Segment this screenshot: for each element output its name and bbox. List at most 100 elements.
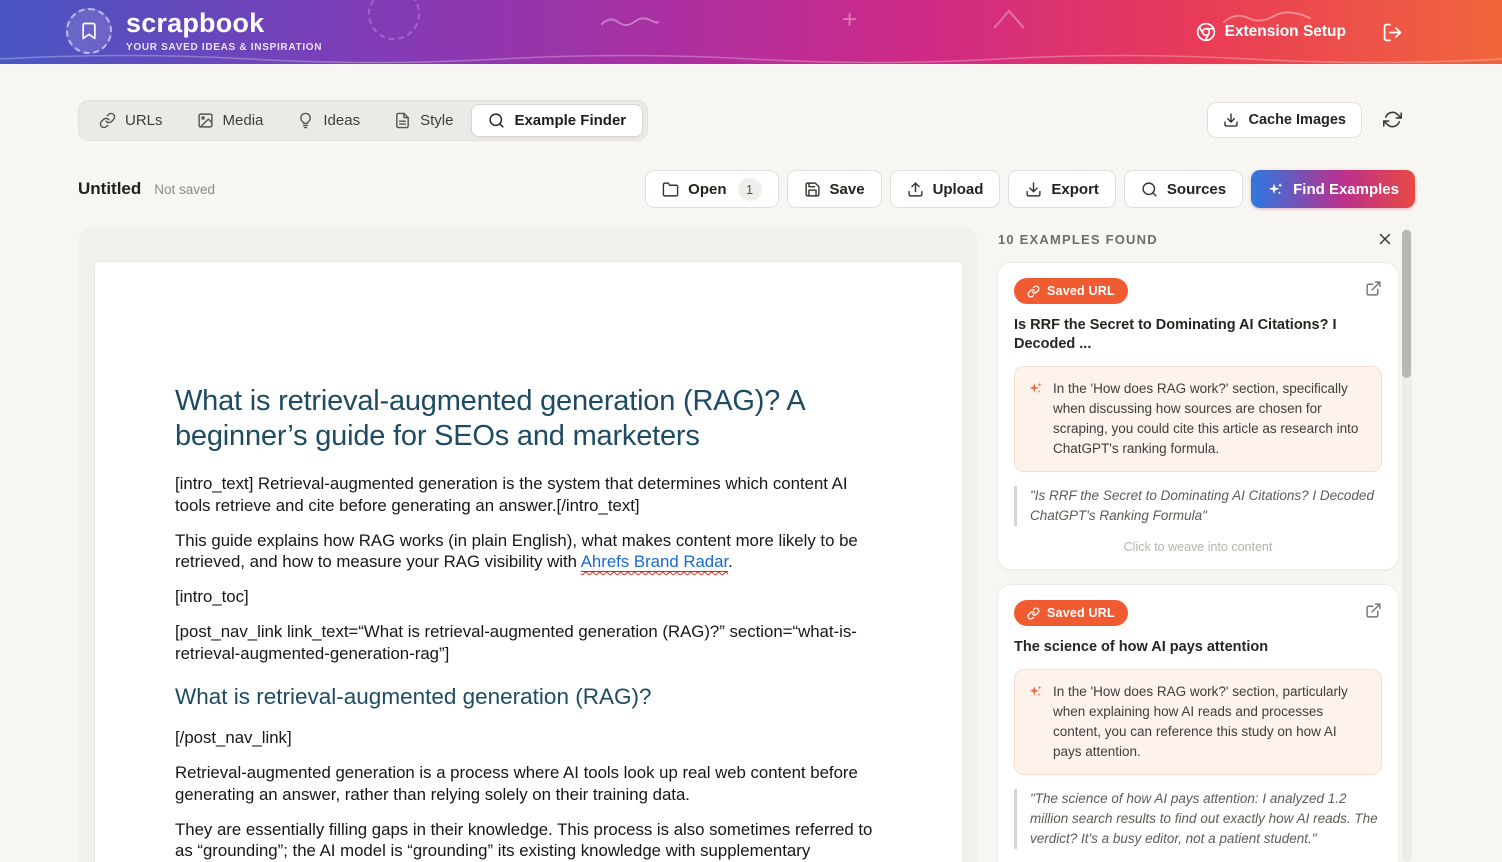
panel-scrollbar-thumb[interactable] bbox=[1402, 230, 1411, 378]
find-examples-button[interactable]: Find Examples bbox=[1251, 170, 1415, 208]
close-icon bbox=[1376, 230, 1394, 248]
example-quote: "Is RRF the Secret to Dominating AI Cita… bbox=[1014, 486, 1382, 526]
save-icon bbox=[804, 181, 821, 198]
suggestion-text: In the 'How does RAG work?' section, par… bbox=[1053, 682, 1368, 762]
export-label: Export bbox=[1051, 181, 1099, 198]
tab-media[interactable]: Media bbox=[181, 104, 280, 137]
document-paragraph: [/post_nav_link] bbox=[175, 727, 882, 749]
refresh-button[interactable] bbox=[1383, 110, 1402, 129]
sparkles-icon bbox=[1267, 181, 1284, 198]
example-card[interactable]: Saved URL Is RRF the Secret to Dominatin… bbox=[997, 262, 1399, 570]
decor-plus-sign: + bbox=[842, 4, 857, 35]
sparkles-icon bbox=[1028, 381, 1043, 396]
search-icon bbox=[488, 112, 505, 129]
open-external-button[interactable] bbox=[1365, 602, 1382, 619]
upload-label: Upload bbox=[933, 181, 984, 198]
document-paragraph: [intro_toc] bbox=[175, 586, 882, 608]
ahrefs-brand-radar-link[interactable]: Ahrefs Brand Radar bbox=[581, 552, 728, 571]
save-label: Save bbox=[830, 181, 865, 198]
open-count-badge: 1 bbox=[738, 178, 762, 201]
document-paragraph: Retrieval-augmented generation is a proc… bbox=[175, 762, 882, 805]
tab-label: Media bbox=[223, 112, 264, 129]
saved-url-label: Saved URL bbox=[1047, 284, 1115, 298]
ai-suggestion-box: In the 'How does RAG work?' section, spe… bbox=[1014, 366, 1382, 472]
examples-panel: 10 EXAMPLES FOUND Saved URL Is RRF the S… bbox=[997, 230, 1399, 862]
close-panel-button[interactable] bbox=[1376, 230, 1394, 248]
tab-label: Example Finder bbox=[514, 112, 626, 129]
editor-area: What is retrieval-augmented generation (… bbox=[78, 228, 978, 862]
extension-setup-label: Extension Setup bbox=[1225, 23, 1346, 41]
save-button[interactable]: Save bbox=[787, 170, 882, 208]
export-button[interactable]: Export bbox=[1008, 170, 1116, 208]
image-icon bbox=[197, 112, 214, 129]
document-paragraph: They are essentially filling gaps in the… bbox=[175, 819, 882, 862]
external-link-icon bbox=[1365, 602, 1382, 619]
open-button[interactable]: Open 1 bbox=[645, 170, 778, 208]
cache-images-label: Cache Images bbox=[1248, 112, 1346, 128]
spellcheck-squiggle: Ahrefs Brand Radar bbox=[581, 552, 728, 571]
app-title: scrapbook bbox=[126, 10, 322, 37]
document-page[interactable]: What is retrieval-augmented generation (… bbox=[95, 262, 962, 862]
weave-into-content-action[interactable]: Click to weave into content bbox=[1014, 540, 1382, 554]
suggestion-text: In the 'How does RAG work?' section, spe… bbox=[1053, 379, 1368, 459]
tab-ideas[interactable]: Ideas bbox=[281, 104, 376, 137]
link-icon bbox=[99, 112, 116, 129]
mode-tabs: URLs Media Ideas Style Example Finder bbox=[78, 100, 648, 141]
paragraph-text: . bbox=[728, 552, 733, 571]
search-icon bbox=[1141, 181, 1158, 198]
file-text-icon bbox=[394, 112, 411, 129]
logout-button[interactable] bbox=[1382, 22, 1403, 43]
tab-urls[interactable]: URLs bbox=[83, 104, 179, 137]
app-tagline: YOUR SAVED IDEAS & INSPIRATION bbox=[126, 42, 322, 53]
examples-panel-header: 10 EXAMPLES FOUND bbox=[997, 230, 1399, 248]
open-label: Open bbox=[688, 181, 726, 198]
document-h1: What is retrieval-augmented generation (… bbox=[175, 384, 882, 454]
upload-icon bbox=[907, 181, 924, 198]
brand: scrapbook YOUR SAVED IDEAS & INSPIRATION bbox=[66, 8, 322, 54]
download-icon bbox=[1223, 112, 1239, 128]
decor-dashed-circle bbox=[368, 0, 420, 40]
document-toolbar: Open 1 Save Upload Export Sources Find E… bbox=[645, 170, 1415, 208]
tab-example-finder[interactable]: Example Finder bbox=[471, 104, 643, 137]
saved-url-label: Saved URL bbox=[1047, 606, 1115, 620]
chrome-icon bbox=[1196, 22, 1216, 42]
bookmark-logo-icon bbox=[66, 8, 112, 54]
logout-icon bbox=[1382, 22, 1403, 43]
example-card[interactable]: Saved URL The science of how AI pays att… bbox=[997, 584, 1399, 862]
tab-label: URLs bbox=[125, 112, 163, 129]
open-external-button[interactable] bbox=[1365, 280, 1382, 297]
saved-url-badge: Saved URL bbox=[1014, 600, 1128, 626]
export-download-icon bbox=[1025, 181, 1042, 198]
link-icon bbox=[1027, 607, 1040, 620]
paragraph-text: This guide explains how RAG works (in pl… bbox=[175, 531, 858, 572]
example-quote: "The science of how AI pays attention: I… bbox=[1014, 789, 1382, 849]
card-top-row: Saved URL bbox=[1014, 278, 1382, 304]
find-examples-label: Find Examples bbox=[1293, 181, 1399, 198]
example-title: Is RRF the Secret to Dominating AI Citat… bbox=[1014, 316, 1382, 354]
document-save-status: Not saved bbox=[154, 182, 215, 197]
upload-button[interactable]: Upload bbox=[890, 170, 1001, 208]
app-header: + scrapbook YOUR SAVED IDEAS & INSPIRATI… bbox=[0, 0, 1502, 64]
extension-setup-button[interactable]: Extension Setup bbox=[1196, 22, 1346, 42]
document-title-row: Untitled Not saved bbox=[78, 179, 215, 199]
examples-count-label: 10 EXAMPLES FOUND bbox=[998, 232, 1158, 247]
sources-button[interactable]: Sources bbox=[1124, 170, 1243, 208]
document-h2: What is retrieval-augmented generation (… bbox=[175, 683, 882, 711]
tab-label: Ideas bbox=[323, 112, 360, 129]
card-top-row: Saved URL bbox=[1014, 600, 1382, 626]
tab-style[interactable]: Style bbox=[378, 104, 469, 137]
cache-images-button[interactable]: Cache Images bbox=[1207, 102, 1362, 138]
lightbulb-icon bbox=[297, 112, 314, 129]
document-paragraph: [intro_text] Retrieval-augmented generat… bbox=[175, 473, 882, 516]
app-root: + scrapbook YOUR SAVED IDEAS & INSPIRATI… bbox=[0, 0, 1502, 862]
tab-label: Style bbox=[420, 112, 453, 129]
example-title: The science of how AI pays attention bbox=[1014, 638, 1382, 657]
decor-squiggle bbox=[600, 14, 660, 28]
sparkles-icon bbox=[1028, 684, 1043, 699]
sources-label: Sources bbox=[1167, 181, 1226, 198]
decor-caret-shape bbox=[992, 8, 1026, 30]
ai-suggestion-box: In the 'How does RAG work?' section, par… bbox=[1014, 669, 1382, 775]
document-title: Untitled bbox=[78, 179, 141, 199]
link-icon bbox=[1027, 285, 1040, 298]
document-paragraph: This guide explains how RAG works (in pl… bbox=[175, 530, 882, 573]
